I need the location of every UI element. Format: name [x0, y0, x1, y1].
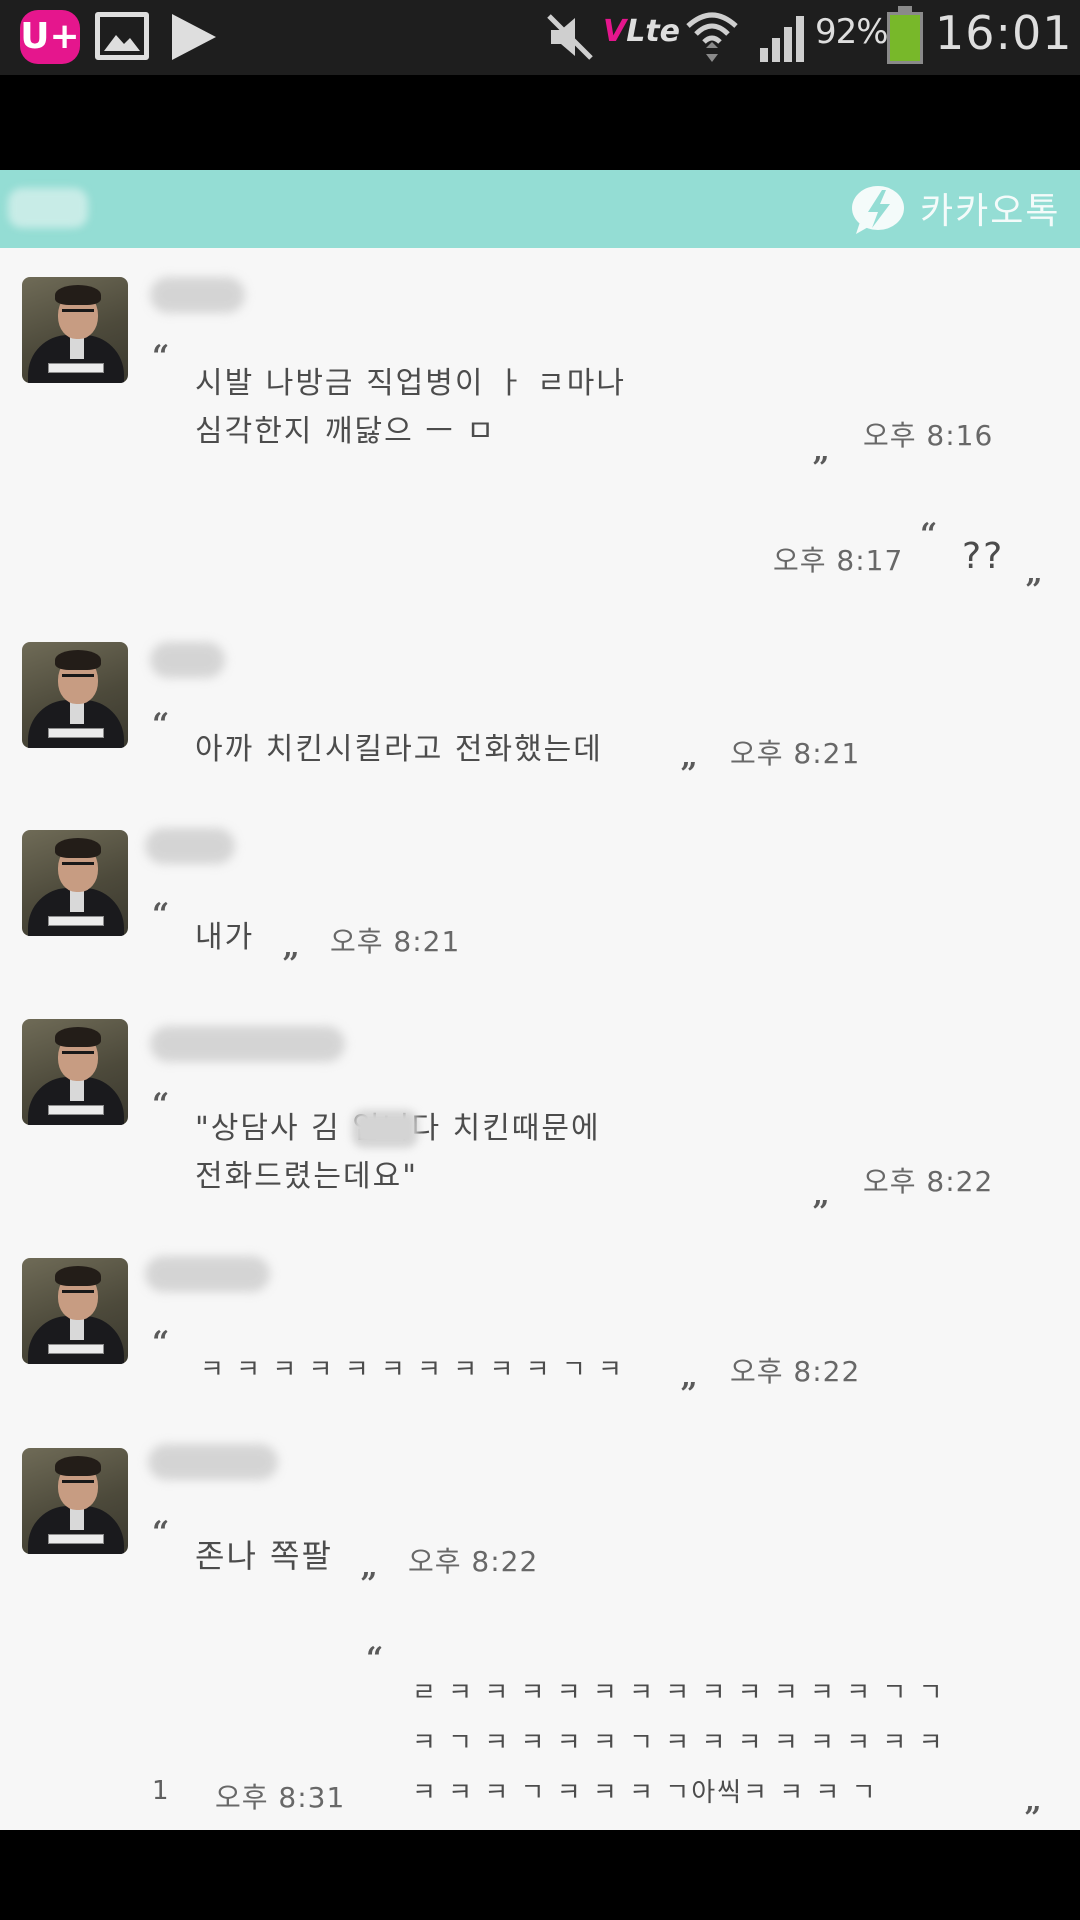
open-quote-icon: “ — [152, 707, 170, 742]
open-quote-icon: “ — [366, 1641, 384, 1676]
message-text-line: ㅋ ㄱ ㅋ ㅋ ㅋ ㅋ ㄱ ㅋ ㅋ ㅋ ㅋ ㅋ ㅋ ㅋ ㅋ — [412, 1728, 945, 1758]
clock: 16:01 — [935, 6, 1073, 60]
message-text-line: 시발 나방금 직업병이 ㅏ ㄹ마나 — [195, 366, 626, 401]
avatar-hair — [55, 650, 101, 670]
volte-v: V — [603, 14, 627, 49]
avatar-nameplate — [48, 728, 104, 738]
message-time: 오후 8:17 — [773, 544, 904, 577]
message-text: ?? — [962, 536, 1005, 577]
open-quote-icon: “ — [152, 339, 170, 374]
sender-name — [150, 277, 245, 313]
message-text-line: 전화드렸는데요" — [195, 1159, 418, 1194]
avatar-glasses — [62, 1051, 94, 1059]
gallery-icon[interactable] — [95, 12, 149, 60]
message-text-line: 심각한지 깨닳으 ㅡ ㅁ — [195, 414, 497, 449]
avatar-glasses — [62, 862, 94, 870]
close-quote-icon: ” — [812, 1195, 830, 1230]
avatar-nameplate — [48, 1105, 104, 1115]
avatar[interactable] — [22, 642, 128, 748]
message-time: 오후 8:22 — [730, 1355, 861, 1388]
app-title: 카카오톡 — [920, 191, 1061, 232]
unread-count: 1 — [152, 1776, 170, 1806]
avatar-hair — [55, 1027, 101, 1047]
avatar-hair — [55, 838, 101, 858]
wifi-icon — [686, 12, 738, 62]
volte-icon: VLte — [603, 14, 680, 58]
open-quote-icon: “ — [152, 897, 170, 932]
avatar[interactable] — [22, 1258, 128, 1364]
avatar-hair — [55, 285, 101, 305]
open-quote-icon: “ — [152, 1087, 170, 1122]
message-text-line: ㅋ ㅋ ㅋ ㄱ ㅋ ㅋ ㅋ ㄱ아씩ㅋ ㅋ ㅋ ㄱ — [412, 1778, 878, 1808]
close-quote-icon: ” — [360, 1567, 378, 1602]
message-time: 오후 8:21 — [330, 925, 461, 958]
avatar-glasses — [62, 1290, 94, 1298]
message-time: 오후 8:21 — [730, 737, 861, 770]
sender-name — [145, 828, 235, 864]
close-quote-icon: ” — [680, 1377, 698, 1412]
black-band — [0, 75, 1080, 170]
open-quote-icon: “ — [920, 517, 938, 552]
close-quote-icon: ” — [282, 947, 300, 982]
message-text-line: 내가 — [195, 920, 255, 955]
avatar-nameplate — [48, 1344, 104, 1354]
message-text-line: 아까 치킨시킬라고 전화했는데 — [195, 732, 603, 767]
bottom-band — [0, 1830, 1080, 1920]
volte-text: Lte — [626, 14, 681, 49]
message-text-line: ㄹ ㅋ ㅋ ㅋ ㅋ ㅋ ㅋ ㅋ ㅋ ㅋ ㅋ ㅋ ㅋ ㄱ ㄱ — [412, 1678, 945, 1708]
kakaotalk-logo-icon — [852, 186, 904, 234]
status-bar: U+ VLte 92% 16:01 — [0, 0, 1080, 75]
sender-name — [145, 1256, 270, 1292]
mute-icon — [547, 14, 593, 60]
close-quote-icon: ” — [1025, 573, 1043, 608]
uplus-icon[interactable]: U+ — [20, 10, 80, 64]
avatar[interactable] — [22, 277, 128, 383]
avatar-hair — [55, 1456, 101, 1476]
avatar-glasses — [62, 309, 94, 317]
kakao-header: 카카오톡 — [0, 170, 1080, 248]
sender-name — [150, 642, 225, 678]
battery-icon — [887, 6, 923, 64]
open-quote-icon: “ — [152, 1515, 170, 1550]
open-quote-icon: “ — [152, 1325, 170, 1360]
message-time: 오후 8:31 — [215, 1781, 346, 1814]
close-quote-icon: ” — [812, 451, 830, 486]
avatar[interactable] — [22, 830, 128, 936]
avatar-hair — [55, 1266, 101, 1286]
message-time: 오후 8:22 — [408, 1545, 539, 1578]
message-time: 오후 8:16 — [863, 419, 994, 452]
signal-icon — [760, 16, 804, 62]
battery-percent: 92% — [815, 12, 889, 52]
avatar-glasses — [62, 1480, 94, 1488]
avatar-nameplate — [48, 363, 104, 373]
avatar[interactable] — [22, 1448, 128, 1554]
message-text-line: 존나 쪽팔 — [195, 1537, 333, 1575]
avatar-glasses — [62, 674, 94, 682]
avatar-nameplate — [48, 916, 104, 926]
avatar[interactable] — [22, 1019, 128, 1125]
chat-area[interactable]: “ 시발 나방금 직업병이 ㅏ ㄹ마나 심각한지 깨닳으 ㅡ ㅁ ” 오후 8:… — [0, 248, 1080, 1830]
play-icon[interactable] — [168, 12, 218, 62]
close-quote-icon: ” — [680, 757, 698, 792]
message-text-line: ㅋ ㅋ ㅋ ㅋ ㅋ ㅋ ㅋ ㅋ ㅋ ㅋ ㄱ ㅋ — [200, 1355, 624, 1385]
sender-name — [148, 1444, 278, 1480]
message-time: 오후 8:22 — [863, 1165, 994, 1198]
redacted-name — [352, 1110, 418, 1148]
close-quote-icon: ” — [1024, 1801, 1042, 1831]
avatar-nameplate — [48, 1534, 104, 1544]
blurred-chat-name — [8, 188, 88, 228]
sender-name — [150, 1026, 345, 1062]
